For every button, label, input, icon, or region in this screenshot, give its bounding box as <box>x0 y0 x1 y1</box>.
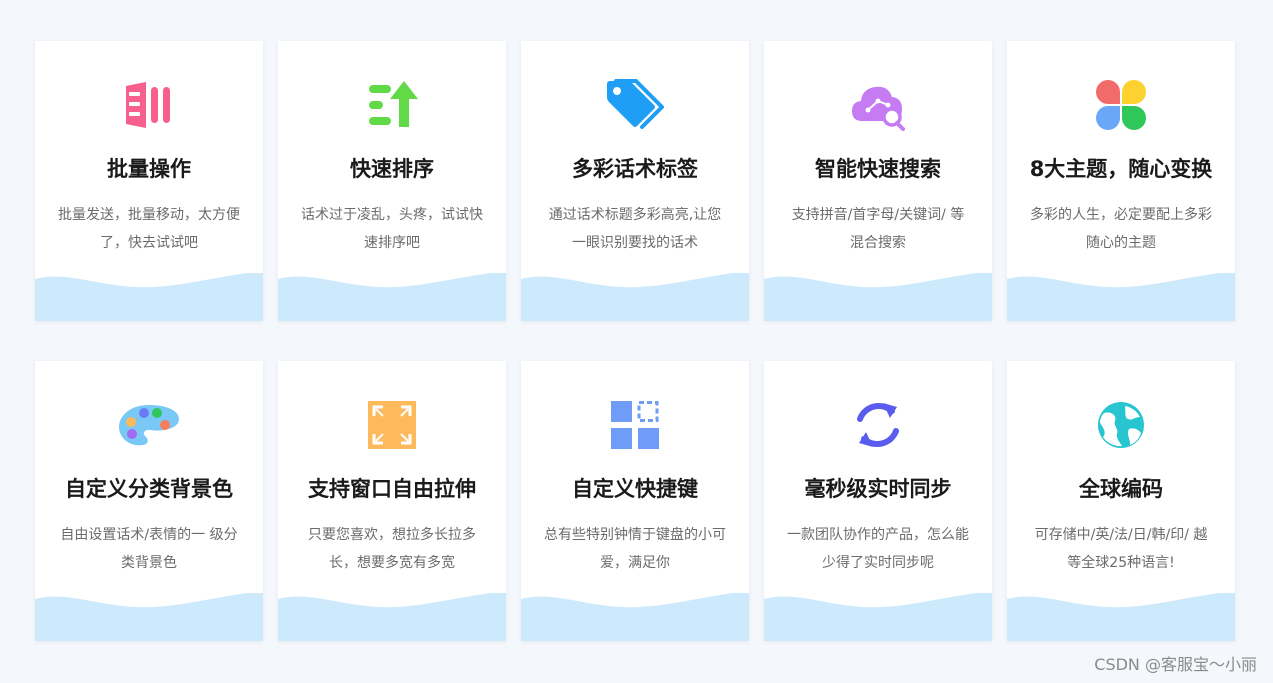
feature-description: 多彩的人生，必定要配上多彩随心的主题 <box>1030 207 1212 251</box>
feature-title: 批量操作 <box>107 157 191 181</box>
feature-card-custom-shortcuts: 自定义快捷键 总有些特别钟情于键盘的小可爱，满足你 <box>521 361 749 641</box>
feature-title: 多彩话术标签 <box>572 157 698 181</box>
wave-decoration <box>764 593 992 641</box>
wave-decoration <box>35 273 263 321</box>
feature-card-window-stretch: 支持窗口自由拉伸 只要您喜欢，想拉多长拉多长，想要多宽有多宽 <box>278 361 506 641</box>
wave-decoration <box>1007 593 1235 641</box>
feature-description: 只要您喜欢，想拉多长拉多长，想要多宽有多宽 <box>308 527 476 571</box>
feature-card-smart-search: 智能快速搜索 支持拼音/首字母/关键词/ 等混合搜索 <box>764 41 992 321</box>
tag-icon <box>521 79 749 131</box>
four-petal-theme-icon <box>1007 79 1235 131</box>
feature-title: 智能快速搜索 <box>815 157 941 181</box>
globe-icon <box>1007 399 1235 451</box>
wave-decoration <box>1007 273 1235 321</box>
feature-grid: 批量操作 批量发送，批量移动，太方便了，快去试试吧 快速排序 话术过于凌乱，头疼… <box>35 41 1235 641</box>
feature-description: 自由设置话术/表情的一 级分类背景色 <box>60 527 238 571</box>
feature-description: 支持拼音/首字母/关键词/ 等混合搜索 <box>791 207 965 251</box>
sync-icon <box>764 399 992 451</box>
feature-title: 快速排序 <box>350 157 434 181</box>
wave-decoration <box>278 273 506 321</box>
feature-description: 可存储中/英/法/日/韩/印/ 越等全球25种语言! <box>1034 527 1208 571</box>
feature-card-themes: 8大主题，随心变换 多彩的人生，必定要配上多彩随心的主题 <box>1007 41 1235 321</box>
feature-description: 一款团队协作的产品，怎么能少得了实时同步呢 <box>787 527 969 571</box>
feature-description: 话术过于凌乱，头疼，试试快速排序吧 <box>301 207 483 251</box>
watermark: CSDN @客服宝～小丽 <box>1094 655 1257 674</box>
palette-icon <box>35 399 263 451</box>
shortcut-grid-icon <box>521 399 749 451</box>
feature-title: 支持窗口自由拉伸 <box>308 477 476 501</box>
feature-title: 自定义快捷键 <box>572 477 698 501</box>
feature-card-quick-sort: 快速排序 话术过于凌乱，头疼，试试快速排序吧 <box>278 41 506 321</box>
feature-description: 通过话术标题多彩高亮,让您一眼识别要找的话术 <box>548 207 722 251</box>
feature-title: 自定义分类背景色 <box>65 477 233 501</box>
feature-title: 8大主题，随心变换 <box>1029 157 1213 181</box>
wave-decoration <box>521 273 749 321</box>
feature-card-colorful-tags: 多彩话术标签 通过话术标题多彩高亮,让您一眼识别要找的话术 <box>521 41 749 321</box>
wave-decoration <box>521 593 749 641</box>
batch-operation-icon <box>35 79 263 131</box>
feature-title: 全球编码 <box>1079 477 1163 501</box>
feature-title: 毫秒级实时同步 <box>804 477 952 501</box>
wave-decoration <box>35 593 263 641</box>
feature-card-global-encoding: 全球编码 可存储中/英/法/日/韩/印/ 越等全球25种语言! <box>1007 361 1235 641</box>
wave-decoration <box>278 593 506 641</box>
cloud-search-icon <box>764 79 992 131</box>
feature-description: 总有些特别钟情于键盘的小可爱，满足你 <box>544 527 726 571</box>
feature-card-realtime-sync: 毫秒级实时同步 一款团队协作的产品，怎么能少得了实时同步呢 <box>764 361 992 641</box>
wave-decoration <box>764 273 992 321</box>
feature-description: 批量发送，批量移动，太方便了，快去试试吧 <box>58 207 240 251</box>
sort-up-icon <box>278 79 506 131</box>
feature-card-batch-operation: 批量操作 批量发送，批量移动，太方便了，快去试试吧 <box>35 41 263 321</box>
feature-card-category-background: 自定义分类背景色 自由设置话术/表情的一 级分类背景色 <box>35 361 263 641</box>
stretch-window-icon <box>278 399 506 451</box>
